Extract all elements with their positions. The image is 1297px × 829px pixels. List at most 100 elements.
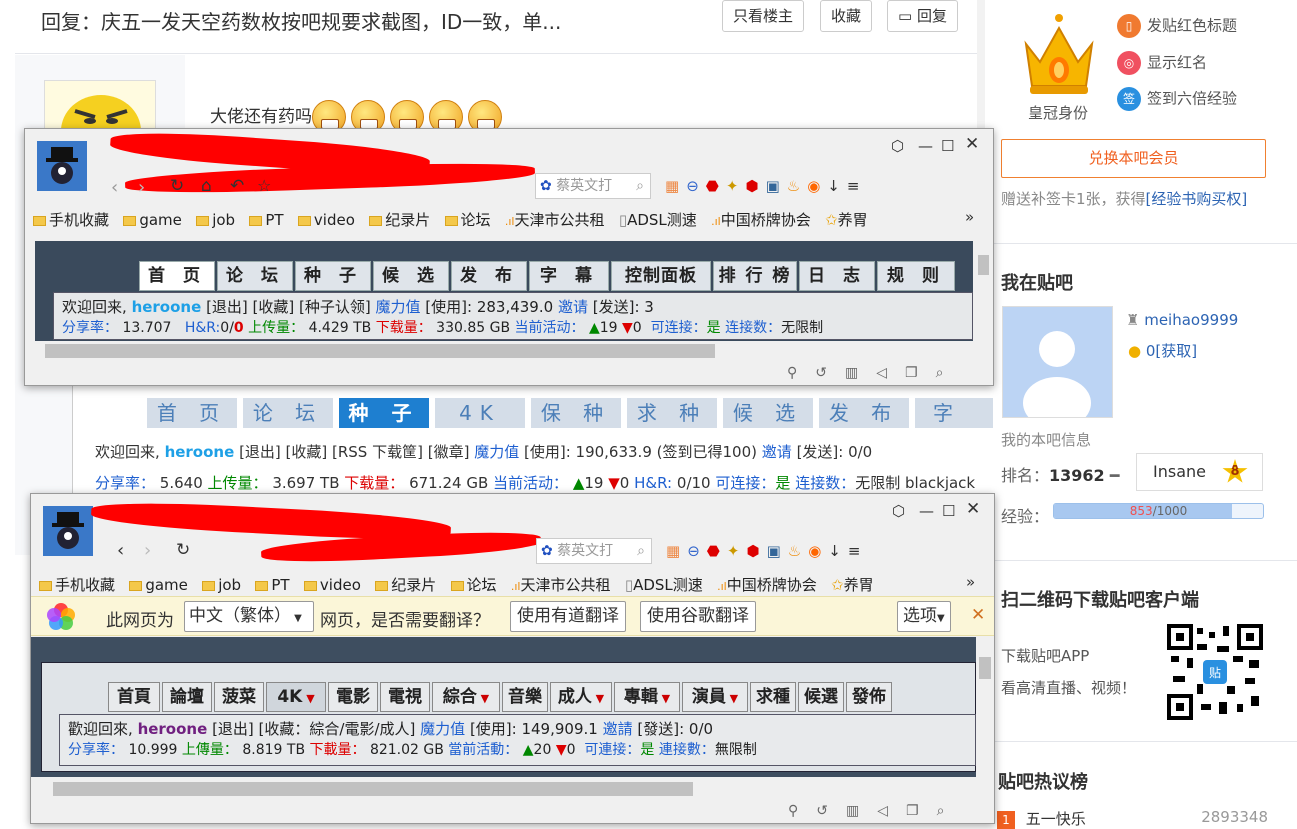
tab-item[interactable]: 電視 [380,682,430,712]
search-input[interactable]: ✿ 蔡英文打 ⌕ [535,173,651,199]
reply-button[interactable]: ▭ 回复 [887,0,958,32]
apps-icon[interactable]: ▦ [665,177,686,195]
tab-item[interactable]: 綜合 ▼ [432,682,500,712]
mid-tab-upload[interactable]: 发 布 [819,398,909,428]
bookmark-link[interactable]: ✩养胃 [825,211,868,229]
close-translate-icon[interactable]: ✕ [971,605,985,625]
bookmark-folder[interactable]: video [297,211,355,229]
reload-icon[interactable]: ↻ [170,176,184,196]
home-icon[interactable]: ⌂ [201,176,212,196]
tampermonkey-icon[interactable]: ✦ [727,542,747,560]
tab-item[interactable]: 電影 [328,682,378,712]
refresh-icon[interactable]: ↺ [815,365,845,381]
tab-log[interactable]: 日 志 [799,261,875,291]
tab-subtitles[interactable]: 字 幕 [529,261,609,291]
language-select[interactable]: 中文（繁体） ▼ [184,601,314,632]
menu-icon[interactable]: ≡ [848,542,868,560]
pin-icon[interactable]: ⚲ [787,365,815,381]
get-coins-link[interactable]: [获取] [1155,342,1197,360]
tab-item[interactable]: 求種 [750,682,796,712]
tab-torrents[interactable]: 种 子 [295,261,371,291]
back-icon[interactable]: ‹ [111,177,118,198]
weibo-icon[interactable]: ◉ [808,542,828,560]
mid-tab-home[interactable]: 首 页 [147,398,237,428]
translate-icon[interactable]: ⊖ [686,177,706,195]
youdao-translate-button[interactable]: 使用有道翻译 [510,601,626,632]
refresh-icon[interactable]: ↺ [816,803,846,819]
window-icon[interactable]: ❐ [906,803,937,819]
search-icon[interactable]: ⌕ [637,539,645,563]
tab-item[interactable]: 菠菜 [214,682,264,712]
undo-icon[interactable]: ↶ [230,176,244,196]
search-input[interactable]: ✿ 蔡英文打 ⌕ [536,538,652,564]
hot-item[interactable]: 1 五一快乐 2893348 [997,808,1297,829]
screenshot-icon[interactable]: ▣ [766,177,787,195]
tampermonkey-icon[interactable]: ✦ [726,177,746,195]
bookmark-folder[interactable]: 手机收藏 [39,576,115,594]
tab-upload[interactable]: 发 布 [451,261,527,291]
horizontal-scrollbar[interactable] [31,779,976,796]
level-badge[interactable]: Insane 8 [1136,453,1263,491]
exp-book-link[interactable]: [经验书购买权] [1146,190,1248,208]
abp-icon[interactable]: ⬢ [746,542,766,560]
back-icon[interactable]: ‹ [117,540,124,561]
tab-item[interactable]: 論壇 [162,682,212,712]
mid-tab-request[interactable]: 求 种 [627,398,717,428]
minimize-icon[interactable]: — [918,137,933,155]
bookmark-folder[interactable]: game [129,576,188,594]
only-op-button[interactable]: 只看楼主 [722,0,805,32]
download-icon[interactable]: ↓ [827,177,847,195]
maximize-icon[interactable]: ☐ [941,137,954,155]
flame-icon[interactable]: ♨ [787,177,807,195]
options-button[interactable]: 选项▼ [897,601,951,632]
bookmark-link[interactable]: ▯ADSL测速 [619,211,697,229]
bookmark-link[interactable]: .ıl天津市公共租 [511,576,611,594]
window-icon[interactable]: ❐ [905,365,936,381]
collect-button[interactable]: 收藏 [820,0,873,32]
maximize-icon[interactable]: ☐ [942,502,955,520]
star-icon[interactable]: ☆ [257,176,271,195]
bookmark-folder[interactable]: job [202,576,241,594]
google-translate-button[interactable]: 使用谷歌翻译 [640,601,756,632]
adblock-icon[interactable]: ⬣ [706,177,726,195]
horizontal-scrollbar[interactable] [35,341,973,358]
forward-icon[interactable]: › [138,177,145,198]
menu-icon[interactable]: ≡ [847,177,867,195]
mid-tab-torrents[interactable]: 种 子 [339,398,429,428]
trash-icon[interactable]: ▥ [845,365,876,381]
trash-icon[interactable]: ▥ [846,803,877,819]
tab-rules[interactable]: 规 则 [877,261,955,291]
speaker-icon[interactable]: ◁ [877,803,906,819]
tab-rankings[interactable]: 排 行 榜 [713,261,797,291]
bookmark-link[interactable]: ▯ADSL测速 [625,576,703,594]
bookmark-link[interactable]: ✩养胃 [831,576,874,594]
screenshot-icon[interactable]: ▣ [767,542,788,560]
bookmark-folder[interactable]: 纪录片 [375,576,436,594]
download-icon[interactable]: ↓ [828,542,848,560]
tab-item[interactable]: 4K ▼ [266,682,326,712]
abp-icon[interactable]: ⬢ [745,177,765,195]
mid-tab-candidate[interactable]: 候 选 [723,398,813,428]
tab-candidate[interactable]: 候 选 [373,261,449,291]
zoom-icon[interactable]: ⌕ [936,365,962,381]
flame-icon[interactable]: ♨ [788,542,808,560]
apps-icon[interactable]: ▦ [666,542,687,560]
adblock-icon[interactable]: ⬣ [707,542,727,560]
exchange-member-button[interactable]: 兑换本吧会员 [1001,139,1266,178]
weibo-icon[interactable]: ◉ [807,177,827,195]
tab-item[interactable]: 專輯 ▼ [614,682,680,712]
bookmark-link[interactable]: .ıl天津市公共租 [505,211,605,229]
bookmark-link[interactable]: .ıl中国桥牌协会 [717,576,817,594]
skin-icon[interactable]: ⬡ [892,502,905,520]
bookmark-folder[interactable]: 纪录片 [369,211,430,229]
translate-icon[interactable]: ⊖ [687,542,707,560]
bookmark-link[interactable]: .ıl中国桥牌协会 [711,211,811,229]
pin-icon[interactable]: ⚲ [788,803,816,819]
bookmark-folder[interactable]: job [196,211,235,229]
tab-item[interactable]: 候選 [798,682,844,712]
forward-icon[interactable]: › [144,540,151,561]
tab-item[interactable]: 首頁 [108,682,160,712]
close-icon[interactable]: ✕ [965,134,979,154]
site-avatar[interactable] [37,141,87,191]
tab-item[interactable]: 發佈 [846,682,892,712]
